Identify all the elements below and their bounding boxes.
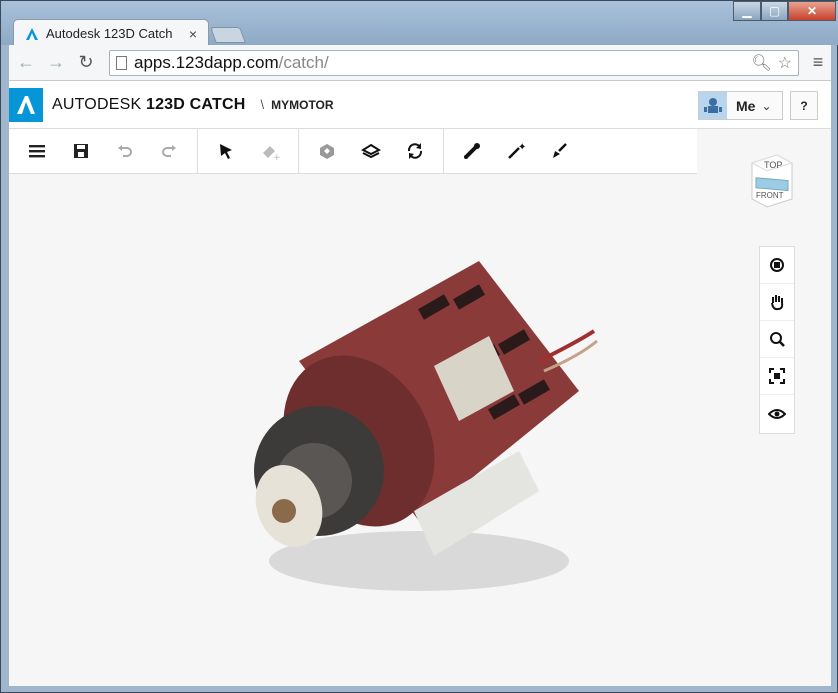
fit-to-view-icon[interactable] <box>760 358 794 395</box>
paint-brush-icon[interactable] <box>538 133 582 169</box>
zoom-icon[interactable] <box>760 321 794 358</box>
browser-toolbar: ← → ↻ apps.123dapp.com /catch/ 🔍︎ ☆ ≡ <box>9 45 831 81</box>
user-name: Me <box>736 97 756 114</box>
tab-close-icon[interactable]: × <box>184 26 202 42</box>
select-arrow-icon[interactable] <box>204 133 248 169</box>
autodesk-favicon-icon <box>26 27 38 40</box>
viewcube-front-label: FRONT <box>756 191 784 200</box>
sync-icon[interactable] <box>393 133 437 169</box>
help-button[interactable]: ? <box>790 91 818 120</box>
magic-wand-icon[interactable]: ✦ <box>494 133 538 169</box>
close-window-button[interactable]: ✕ <box>788 1 836 21</box>
save-icon[interactable] <box>59 133 103 169</box>
avatar <box>699 92 727 119</box>
user-menu-button[interactable]: Me ⌄ <box>698 91 783 120</box>
forward-button[interactable]: → <box>43 50 69 76</box>
viewcube[interactable]: TOP FRONT <box>747 149 797 213</box>
project-name[interactable]: MYMOTOR <box>271 98 333 112</box>
bookmark-star-icon[interactable]: ☆ <box>778 53 792 73</box>
orbit-icon[interactable] <box>760 247 794 284</box>
maximize-button[interactable]: ▢ <box>761 1 788 21</box>
toolbar-group-file <box>9 128 198 174</box>
reload-button[interactable]: ↻ <box>73 50 99 76</box>
3d-motor-model[interactable] <box>219 241 619 611</box>
page-icon <box>116 55 127 70</box>
svg-text:✦: ✦ <box>518 142 526 153</box>
autodesk-logo[interactable] <box>9 87 43 122</box>
url-path: /catch/ <box>278 52 329 72</box>
minimize-button[interactable]: ▁ <box>733 1 761 21</box>
search-icon[interactable]: 🔍︎ <box>751 53 771 73</box>
navigation-bar <box>759 246 795 434</box>
browser-menu-icon[interactable]: ≡ <box>805 52 831 73</box>
toolbar-group-mesh <box>299 128 444 174</box>
svg-text:+: + <box>273 153 280 161</box>
visibility-eye-icon[interactable] <box>760 395 794 432</box>
export-icon[interactable] <box>305 133 349 169</box>
new-tab-button[interactable] <box>210 27 246 43</box>
app-header: AUTODESK 123D CATCH \ MYMOTOR Me ⌄ ? <box>9 81 831 129</box>
robot-avatar-icon <box>704 97 722 113</box>
breadcrumb-separator: \ <box>260 97 265 112</box>
brand-product: 123D CATCH <box>145 95 246 113</box>
tab-strip: Autodesk 123D Catch × ▁ ▢ ✕ <box>1 1 838 47</box>
address-bar[interactable]: apps.123dapp.com /catch/ 🔍︎ ☆ <box>109 49 799 76</box>
layers-icon[interactable] <box>349 133 393 169</box>
brand-prefix: AUTODESK <box>52 95 142 113</box>
autodesk-a-icon <box>17 95 35 114</box>
measure-icon[interactable] <box>450 133 494 169</box>
app-viewport: AUTODESK 123D CATCH \ MYMOTOR Me ⌄ ? + ✦… <box>9 81 831 686</box>
viewcube-top-label: TOP <box>764 160 782 170</box>
back-button[interactable]: ← <box>13 50 39 76</box>
redo-icon[interactable] <box>147 133 191 169</box>
browser-window: Autodesk 123D Catch × ▁ ▢ ✕ ← → ↻ apps.1… <box>0 0 838 693</box>
url-host: apps.123dapp.com <box>134 52 279 72</box>
menu-icon[interactable] <box>15 133 59 169</box>
editor-toolbar: + ✦ <box>9 128 697 174</box>
eraser-icon[interactable]: + <box>248 133 292 169</box>
toolbar-group-tools: ✦ <box>444 129 588 174</box>
tab-autodesk-123d-catch[interactable]: Autodesk 123D Catch × <box>13 19 209 47</box>
undo-icon[interactable] <box>103 133 147 169</box>
pan-hand-icon[interactable] <box>760 284 794 321</box>
tab-title: Autodesk 123D Catch <box>46 26 173 41</box>
brand-title: AUTODESK 123D CATCH <box>52 96 245 114</box>
chevron-down-icon: ⌄ <box>761 98 772 113</box>
toolbar-group-select: + <box>198 128 299 174</box>
